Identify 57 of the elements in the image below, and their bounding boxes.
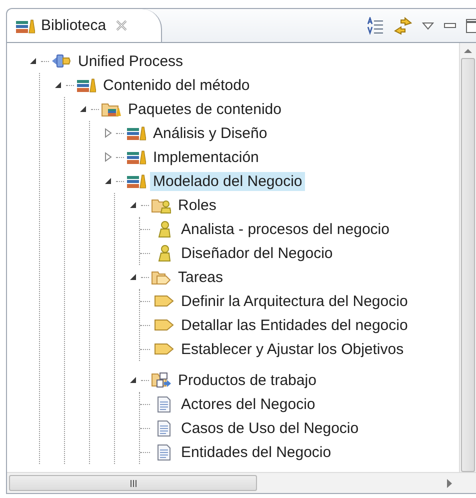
folder-document-icon: [151, 371, 171, 389]
books-icon: [126, 149, 146, 165]
tree-item[interactable]: Analista - procesos del negocio: [178, 220, 392, 238]
collapse-arrow-icon[interactable]: [129, 201, 137, 209]
maximize-icon[interactable]: [466, 18, 476, 32]
person-icon: [156, 220, 172, 238]
tag-icon: [154, 343, 174, 355]
tree-item[interactable]: Paquetes de contenido: [125, 100, 284, 118]
collapse-arrow-icon[interactable]: [29, 57, 37, 65]
tab-title: Biblioteca: [41, 17, 106, 34]
tree-item[interactable]: Unified Process: [75, 52, 186, 70]
tree-item[interactable]: Contenido del método: [100, 76, 253, 94]
tree-item[interactable]: Productos de trabajo: [175, 370, 320, 390]
person-icon: [156, 244, 172, 262]
document-icon: [157, 396, 171, 412]
tree-item[interactable]: Roles: [175, 196, 220, 214]
vertical-scrollbar[interactable]: [459, 43, 476, 472]
tree-item[interactable]: Detallar las Entidades del negocio: [178, 316, 411, 334]
expand-arrow-icon[interactable]: [104, 152, 112, 162]
document-icon: [157, 420, 171, 436]
tree-item[interactable]: Análisis y Diseño: [150, 124, 270, 142]
tree-item[interactable]: Establecer y Ajustar los Objetivos: [178, 340, 407, 358]
expand-arrow-icon[interactable]: [104, 128, 112, 138]
sort-icon[interactable]: [366, 16, 384, 34]
horizontal-scrollbar[interactable]: [7, 472, 476, 493]
minimize-icon[interactable]: [444, 22, 456, 28]
collapse-arrow-icon[interactable]: [104, 177, 112, 185]
collapse-arrow-icon[interactable]: [129, 273, 137, 281]
grip-icon: [130, 480, 136, 486]
tree-item[interactable]: Diseñador del Negocio: [178, 244, 336, 262]
process-icon: [51, 53, 71, 69]
tree-item[interactable]: Entidades del Negocio: [178, 442, 334, 462]
books-icon: [126, 125, 146, 141]
folder-person-icon: [151, 196, 171, 214]
books-icon: [126, 173, 146, 189]
collapse-arrow-icon[interactable]: [129, 376, 137, 384]
books-icon: [76, 77, 96, 93]
tree-item[interactable]: Actores del Negocio: [178, 394, 318, 414]
link-arrows-icon[interactable]: [394, 16, 412, 34]
tree-item[interactable]: Tareas: [175, 268, 226, 286]
tag-icon: [154, 319, 174, 331]
tag-icon: [154, 295, 174, 307]
document-icon: [157, 444, 171, 460]
scroll-up-icon[interactable]: [464, 48, 472, 54]
close-icon[interactable]: [116, 20, 128, 31]
library-tab[interactable]: Biblioteca: [7, 9, 162, 42]
tree-item[interactable]: Implementación: [150, 148, 262, 166]
folder-books-icon: [101, 100, 121, 118]
scroll-right-icon[interactable]: [446, 478, 452, 488]
library-icon: [15, 18, 35, 34]
tree-item[interactable]: Casos de Uso del Negocio: [178, 418, 362, 438]
tree-item[interactable]: Definir la Arquitectura del Negocio: [178, 292, 411, 310]
tree-item[interactable]: Modelado del Negocio: [150, 172, 306, 190]
view-menu-icon[interactable]: [422, 22, 434, 30]
collapse-arrow-icon[interactable]: [79, 105, 87, 113]
folder-tag-icon: [151, 268, 171, 286]
collapse-arrow-icon[interactable]: [54, 81, 62, 89]
